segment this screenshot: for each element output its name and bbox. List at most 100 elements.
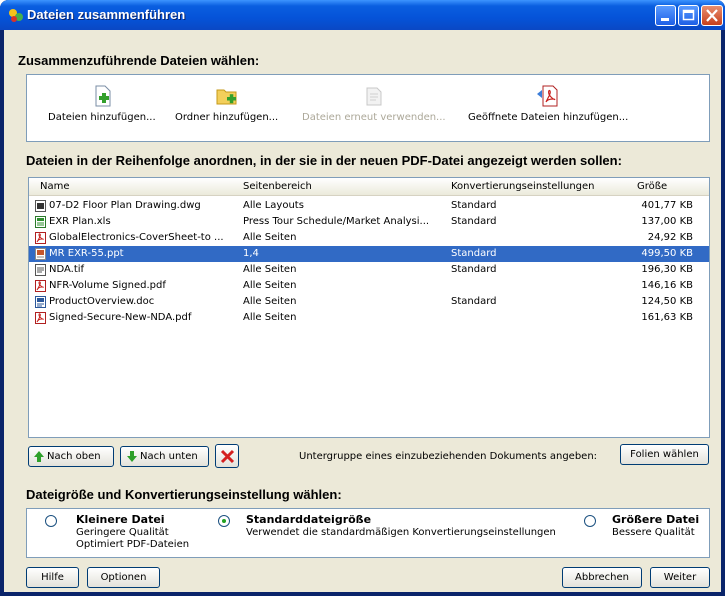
file-name: NFR-Volume Signed.pdf bbox=[49, 280, 166, 291]
file-row[interactable]: EXR Plan.xls Press Tour Schedule/Market A… bbox=[29, 214, 709, 230]
minimize-button[interactable] bbox=[655, 5, 676, 26]
add-files-button[interactable]: Dateien hinzufügen... bbox=[48, 84, 156, 123]
file-page-range: Alle Seiten bbox=[243, 264, 297, 275]
merge-app-icon bbox=[9, 9, 23, 22]
file-row[interactable]: NDA.tif Alle Seiten Standard 196,30 KB bbox=[29, 262, 709, 278]
file-page-range: Alle Seiten bbox=[243, 280, 297, 291]
minimize-icon bbox=[661, 18, 669, 21]
pdf-file-icon bbox=[35, 232, 46, 244]
file-conversion: Standard bbox=[451, 296, 497, 307]
move-down-label: Nach unten bbox=[140, 451, 198, 462]
column-size[interactable]: Größe bbox=[637, 181, 667, 192]
move-down-button[interactable]: Nach unten bbox=[120, 446, 209, 467]
file-page-range: Alle Layouts bbox=[243, 200, 304, 211]
cancel-label: Abbrechen bbox=[575, 572, 629, 583]
file-size: 124,50 KB bbox=[641, 296, 693, 307]
options-label: Optionen bbox=[100, 572, 147, 583]
options-button[interactable]: Optionen bbox=[87, 567, 160, 588]
reuse-files-icon bbox=[366, 87, 382, 106]
file-row[interactable]: ProductOverview.doc Alle Seiten Standard 12… bbox=[29, 294, 709, 310]
file-size: 137,00 KB bbox=[641, 216, 693, 227]
window-title: Dateien zusammenführen bbox=[27, 7, 186, 22]
add-folder-icon bbox=[216, 89, 237, 105]
help-label: Hilfe bbox=[41, 572, 64, 583]
file-page-range: Alle Seiten bbox=[243, 232, 297, 243]
smaller-file-title: Kleinere Datei bbox=[76, 513, 165, 526]
file-name: NDA.tif bbox=[49, 264, 85, 275]
column-page-range[interactable]: Seitenbereich bbox=[243, 181, 312, 192]
help-button[interactable]: Hilfe bbox=[26, 567, 79, 588]
column-name[interactable]: Name bbox=[40, 181, 70, 192]
maximize-icon bbox=[682, 9, 695, 21]
move-up-label: Nach oben bbox=[47, 451, 101, 462]
larger-file-option[interactable]: Größere Datei Bessere Qualität bbox=[612, 514, 699, 539]
file-row[interactable]: Signed-Secure-New-NDA.pdf Alle Seiten 161,… bbox=[29, 310, 709, 326]
add-open-files-button[interactable]: Geöffnete Dateien hinzufügen... bbox=[468, 84, 628, 123]
smaller-file-option[interactable]: Kleinere Datei Geringere Qualität Optimi… bbox=[76, 514, 189, 551]
file-name: MR EXR-55.ppt bbox=[49, 248, 124, 259]
pdf-file-icon bbox=[35, 312, 46, 324]
word-file-icon bbox=[35, 296, 46, 308]
close-icon bbox=[706, 9, 718, 22]
select-files-heading: Zusammenzuführende Dateien wählen: bbox=[18, 53, 260, 68]
smaller-file-desc2: Optimiert PDF-Dateien bbox=[76, 539, 190, 550]
tif-file-icon bbox=[35, 264, 46, 276]
larger-file-desc: Bessere Qualität bbox=[612, 527, 695, 538]
larger-file-radio[interactable] bbox=[584, 515, 596, 527]
smaller-file-desc1: Geringere Qualität bbox=[76, 527, 169, 538]
choose-slides-button[interactable]: Folien wählen bbox=[620, 444, 709, 465]
arrow-up-icon bbox=[34, 451, 44, 462]
standard-size-title: Standarddateigröße bbox=[246, 513, 372, 526]
arrange-files-heading: Dateien in der Reihenfolge anordnen, in … bbox=[26, 153, 622, 168]
remove-x-icon bbox=[220, 449, 235, 464]
file-name: Signed-Secure-New-NDA.pdf bbox=[49, 312, 192, 323]
file-size: 196,30 KB bbox=[641, 264, 693, 275]
file-name: ProductOverview.doc bbox=[49, 296, 155, 307]
file-row[interactable]: MR EXR-55.ppt 1,4 Standard 499,50 KB bbox=[29, 246, 709, 262]
file-name: GlobalElectronics-CoverSheet-to ... bbox=[49, 232, 224, 243]
file-name: EXR Plan.xls bbox=[49, 216, 111, 227]
add-folder-label: Ordner hinzufügen... bbox=[175, 112, 279, 123]
add-open-files-label: Geöffnete Dateien hinzufügen... bbox=[468, 112, 629, 123]
file-conversion: Standard bbox=[451, 264, 497, 275]
pdf-file-icon bbox=[35, 280, 46, 292]
choose-slides-label: Folien wählen bbox=[630, 449, 699, 460]
move-up-button[interactable]: Nach oben bbox=[28, 446, 114, 467]
next-label: Weiter bbox=[663, 572, 697, 583]
maximize-button[interactable] bbox=[678, 5, 699, 26]
file-row[interactable]: 07-D2 Floor Plan Drawing.dwg Alle Layouts… bbox=[29, 198, 709, 214]
file-size: 161,63 KB bbox=[641, 312, 693, 323]
file-page-range: 1,4 bbox=[243, 248, 259, 259]
add-folder-button[interactable]: Ordner hinzufügen... bbox=[175, 84, 278, 123]
file-list-header: Name Seitenbereich Konvertierungseinstel… bbox=[29, 178, 709, 196]
standard-size-desc: Verwendet die standardmäßigen Konvertier… bbox=[246, 527, 556, 538]
file-size-heading: Dateigröße und Konvertierungseinstellung… bbox=[26, 487, 342, 502]
cancel-button[interactable]: Abbrechen bbox=[562, 567, 642, 588]
standard-size-option[interactable]: Standarddateigröße Verwendet die standar… bbox=[246, 514, 556, 539]
standard-size-radio[interactable] bbox=[218, 515, 230, 527]
dwg-file-icon bbox=[35, 200, 46, 212]
file-row[interactable]: GlobalElectronics-CoverSheet-to ... Alle … bbox=[29, 230, 709, 246]
reuse-files-button[interactable]: Dateien erneut verwenden... bbox=[302, 84, 446, 123]
file-name: 07-D2 Floor Plan Drawing.dwg bbox=[49, 200, 201, 211]
remove-button[interactable] bbox=[215, 444, 239, 468]
file-size: 499,50 KB bbox=[641, 248, 693, 259]
add-file-icon bbox=[95, 85, 111, 107]
smaller-file-radio[interactable] bbox=[45, 515, 57, 527]
next-button[interactable]: Weiter bbox=[650, 567, 710, 588]
file-conversion: Standard bbox=[451, 248, 497, 259]
excel-file-icon bbox=[35, 216, 46, 228]
add-files-label: Dateien hinzufügen... bbox=[48, 112, 156, 123]
file-page-range: Alle Seiten bbox=[243, 296, 297, 307]
title-bar[interactable]: Dateien zusammenführen bbox=[0, 0, 725, 30]
file-row[interactable]: NFR-Volume Signed.pdf Alle Seiten 146,16 K… bbox=[29, 278, 709, 294]
arrow-down-icon bbox=[127, 451, 137, 462]
file-list[interactable]: Name Seitenbereich Konvertierungseinstel… bbox=[28, 177, 710, 438]
file-size: 24,92 KB bbox=[647, 232, 693, 243]
file-page-range: Alle Seiten bbox=[243, 312, 297, 323]
column-conversion-settings[interactable]: Konvertierungseinstellungen bbox=[451, 181, 595, 192]
reuse-files-label: Dateien erneut verwenden... bbox=[302, 112, 446, 123]
subset-label: Untergruppe eines einzubeziehenden Dokum… bbox=[299, 451, 598, 462]
close-button[interactable] bbox=[701, 5, 723, 26]
file-conversion: Standard bbox=[451, 216, 497, 227]
